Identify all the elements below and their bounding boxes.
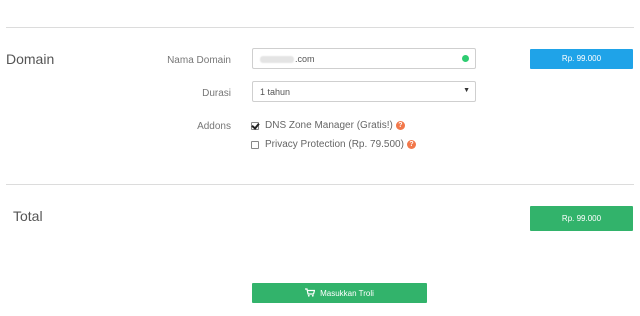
section-title-total: Total xyxy=(13,208,43,224)
shopping-cart-icon xyxy=(305,287,316,299)
domain-name-value: .com xyxy=(260,54,315,64)
privacy-checkbox[interactable] xyxy=(251,140,259,149)
add-to-cart-button[interactable]: Masukkan Troli xyxy=(252,283,427,303)
total-price-button[interactable]: Rp. 99.000 xyxy=(530,206,633,231)
durasi-selected-value: 1 tahun xyxy=(260,87,291,97)
add-to-cart-label: Masukkan Troli xyxy=(320,288,374,298)
domain-suffix: .com xyxy=(295,54,315,64)
addon-privacy-row: Privacy Protection (Rp. 79.500) ? xyxy=(251,139,416,150)
dns-label: DNS Zone Manager (Gratis!) xyxy=(265,120,393,131)
status-dot-icon xyxy=(462,55,469,62)
nama-domain-label: Nama Domain xyxy=(167,55,231,66)
question-circle-icon[interactable]: ? xyxy=(406,140,416,149)
redacted-domain-text xyxy=(260,56,294,64)
caret-down-icon: ▼ xyxy=(463,87,470,94)
question-circle-icon[interactable]: ? xyxy=(395,121,405,130)
domain-name-input[interactable]: .com xyxy=(252,48,476,69)
durasi-select[interactable]: 1 tahun ▼ xyxy=(252,81,476,102)
dns-checkbox[interactable] xyxy=(251,121,259,130)
addon-dns-row: DNS Zone Manager (Gratis!) ? xyxy=(251,120,405,131)
privacy-label: Privacy Protection (Rp. 79.500) xyxy=(265,139,404,150)
addons-label: Addons xyxy=(197,121,231,132)
divider-top xyxy=(6,27,634,28)
order-form: Domain Nama Domain .com Rp. 99.000 Duras… xyxy=(0,0,640,316)
domain-price-button[interactable]: Rp. 99.000 xyxy=(530,49,633,69)
divider-middle xyxy=(6,184,634,185)
durasi-label: Durasi xyxy=(202,88,231,99)
